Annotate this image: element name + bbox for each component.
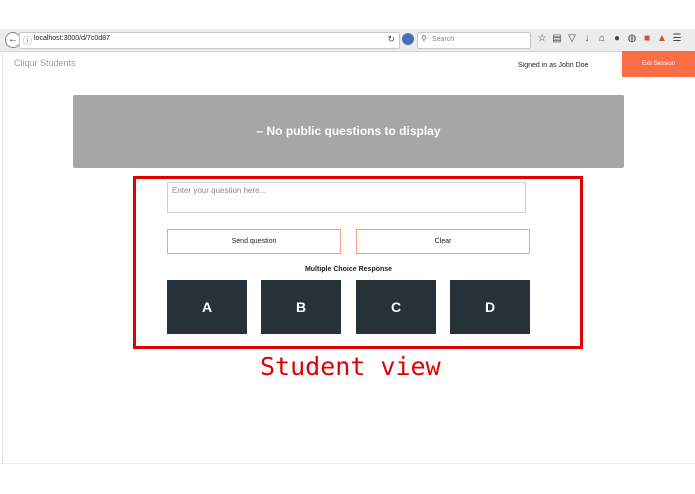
clear-button[interactable]: Clear xyxy=(356,229,530,254)
send-question-button[interactable]: Send question xyxy=(167,229,341,254)
signed-in-label: Signed in as John Doe xyxy=(518,62,589,69)
extension-icon[interactable] xyxy=(402,33,414,45)
choice-b-button[interactable]: B xyxy=(261,280,341,334)
search-placeholder: Search xyxy=(432,36,455,43)
page-divider xyxy=(0,463,695,464)
browser-toolbar: ← ⓘ localhost:3000/d/7c0d87 ↻ ⚲ Search ☆… xyxy=(0,29,695,52)
download-icon[interactable]: ↓ xyxy=(581,32,593,46)
app-brand[interactable]: Cliqur Students xyxy=(14,58,76,68)
choice-d-button[interactable]: D xyxy=(450,280,530,334)
reload-icon[interactable]: ↻ xyxy=(387,34,395,45)
chat-icon[interactable]: ● xyxy=(611,32,623,46)
notifications-icon[interactable]: ▲ xyxy=(656,32,668,46)
home-icon[interactable]: ⌂ xyxy=(596,32,608,46)
multiple-choice-title: Multiple Choice Response xyxy=(304,266,393,273)
url-bar[interactable]: ⓘ localhost:3000/d/7c0d87 ↻ xyxy=(19,32,400,49)
extension-icon[interactable]: ■ xyxy=(641,32,653,46)
sync-icon[interactable]: ◍ xyxy=(626,32,638,46)
browser-search-input[interactable]: ⚲ Search xyxy=(417,32,531,49)
question-input[interactable] xyxy=(167,182,526,213)
choice-a-button[interactable]: A xyxy=(167,280,247,334)
search-icon: ⚲ xyxy=(421,34,427,43)
page-edge xyxy=(2,51,3,464)
star-icon[interactable]: ☆ xyxy=(536,32,548,46)
choice-c-button[interactable]: C xyxy=(356,280,436,334)
no-questions-banner: – No public questions to display xyxy=(73,95,624,168)
reading-list-icon[interactable]: ▤ xyxy=(551,32,563,46)
toolbar-icons: ☆ ▤ ▽ ↓ ⌂ ● ◍ ■ ▲ ☰ xyxy=(536,32,683,48)
url-text: localhost:3000/d/7c0d87 xyxy=(34,35,110,42)
student-view-caption: Student view xyxy=(260,352,441,381)
menu-icon[interactable]: ☰ xyxy=(671,32,683,46)
exit-session-button[interactable]: Exit Session xyxy=(622,51,695,77)
pocket-icon[interactable]: ▽ xyxy=(566,32,578,46)
info-icon[interactable]: ⓘ xyxy=(23,34,32,47)
